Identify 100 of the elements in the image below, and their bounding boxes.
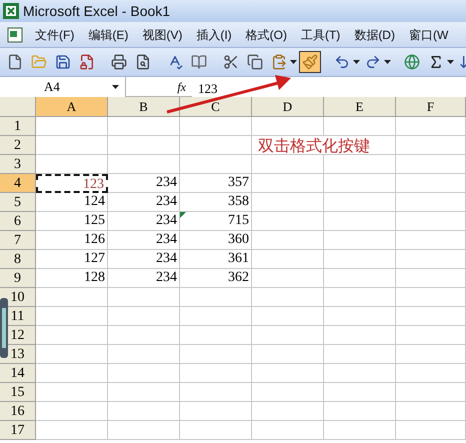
- table-cell[interactable]: [324, 326, 396, 345]
- table-cell[interactable]: 124: [36, 193, 108, 212]
- table-cell[interactable]: [396, 326, 466, 345]
- row-header[interactable]: 5: [0, 193, 36, 212]
- column-header[interactable]: E: [324, 97, 396, 117]
- dropdown-arrow-icon[interactable]: [447, 60, 454, 64]
- table-cell[interactable]: [396, 383, 466, 402]
- table-cell[interactable]: [324, 383, 396, 402]
- table-cell[interactable]: [108, 136, 180, 155]
- table-cell[interactable]: 234: [108, 250, 180, 269]
- dropdown-arrow-icon[interactable]: [353, 60, 360, 64]
- name-box[interactable]: A4: [0, 76, 126, 96]
- table-cell[interactable]: 127: [36, 250, 108, 269]
- table-cell[interactable]: [180, 288, 252, 307]
- row-header[interactable]: 4: [0, 174, 36, 193]
- column-header[interactable]: C: [180, 97, 252, 117]
- table-cell[interactable]: [252, 326, 324, 345]
- table-cell[interactable]: [324, 421, 396, 440]
- row-header[interactable]: 7: [0, 231, 36, 250]
- table-cell[interactable]: 234: [108, 174, 180, 193]
- error-indicator-icon[interactable]: [180, 212, 186, 218]
- table-cell[interactable]: 双击格式化按键: [252, 136, 396, 155]
- menu-item[interactable]: 插入(I): [191, 26, 237, 44]
- dropdown-arrow-icon[interactable]: [290, 60, 297, 64]
- table-cell[interactable]: [324, 269, 396, 288]
- table-cell[interactable]: [324, 231, 396, 250]
- row-header[interactable]: 14: [0, 364, 36, 383]
- row-header[interactable]: 17: [0, 421, 36, 440]
- table-cell[interactable]: [324, 174, 396, 193]
- table-cell[interactable]: [396, 345, 466, 364]
- table-cell[interactable]: [324, 250, 396, 269]
- table-cell[interactable]: [396, 288, 466, 307]
- table-cell[interactable]: [324, 288, 396, 307]
- table-cell[interactable]: 126: [36, 231, 108, 250]
- table-cell[interactable]: [396, 174, 466, 193]
- table-cell[interactable]: [396, 307, 466, 326]
- table-cell[interactable]: [252, 193, 324, 212]
- table-cell[interactable]: [108, 364, 180, 383]
- row-header[interactable]: 2: [0, 136, 36, 155]
- table-cell[interactable]: [180, 402, 252, 421]
- collapsed-side-menu[interactable]: [0, 298, 8, 358]
- table-cell[interactable]: [396, 402, 466, 421]
- table-cell[interactable]: [252, 155, 324, 174]
- table-cell[interactable]: [36, 383, 108, 402]
- menu-item[interactable]: 工具(T): [296, 26, 346, 44]
- row-header[interactable]: 16: [0, 402, 36, 421]
- table-cell[interactable]: [108, 155, 180, 174]
- table-cell[interactable]: [252, 269, 324, 288]
- table-cell[interactable]: [36, 421, 108, 440]
- table-cell[interactable]: [252, 231, 324, 250]
- table-cell[interactable]: [108, 383, 180, 402]
- table-cell[interactable]: [396, 421, 466, 440]
- table-cell[interactable]: [396, 136, 466, 155]
- table-cell[interactable]: [252, 421, 324, 440]
- menu-item[interactable]: 格式(O): [240, 26, 292, 44]
- menu-item[interactable]: 编辑(E): [83, 26, 134, 44]
- table-cell[interactable]: 125: [36, 212, 108, 231]
- table-cell[interactable]: 360: [180, 231, 252, 250]
- table-cell[interactable]: [36, 364, 108, 383]
- menu-item[interactable]: 窗口(W: [404, 26, 454, 44]
- table-cell[interactable]: [36, 136, 108, 155]
- table-cell[interactable]: [108, 288, 180, 307]
- table-cell[interactable]: [252, 307, 324, 326]
- table-cell[interactable]: [180, 326, 252, 345]
- table-cell[interactable]: [324, 193, 396, 212]
- table-cell[interactable]: [108, 345, 180, 364]
- table-cell[interactable]: [252, 250, 324, 269]
- row-header[interactable]: 6: [0, 212, 36, 231]
- table-cell[interactable]: 361: [180, 250, 252, 269]
- table-cell[interactable]: [396, 155, 466, 174]
- table-cell[interactable]: [108, 117, 180, 136]
- row-header[interactable]: 1: [0, 117, 36, 136]
- row-header[interactable]: 3: [0, 155, 36, 174]
- table-cell[interactable]: 357: [180, 174, 252, 193]
- table-cell[interactable]: 123: [36, 174, 108, 193]
- dropdown-arrow-icon[interactable]: [112, 84, 119, 88]
- table-cell[interactable]: [252, 402, 324, 421]
- table-cell[interactable]: [36, 117, 108, 136]
- menu-item[interactable]: 数据(D): [349, 26, 400, 44]
- column-header[interactable]: D: [252, 97, 324, 117]
- table-cell[interactable]: [180, 117, 252, 136]
- table-cell[interactable]: [180, 421, 252, 440]
- table-cell[interactable]: [108, 421, 180, 440]
- table-cell[interactable]: [324, 307, 396, 326]
- table-cell[interactable]: [324, 402, 396, 421]
- table-cell[interactable]: [108, 326, 180, 345]
- table-cell[interactable]: 234: [108, 193, 180, 212]
- table-cell[interactable]: 358: [180, 193, 252, 212]
- menu-item[interactable]: 视图(V): [137, 26, 188, 44]
- table-cell[interactable]: [396, 364, 466, 383]
- table-cell[interactable]: [324, 345, 396, 364]
- dropdown-arrow-icon[interactable]: [384, 60, 391, 64]
- table-cell[interactable]: [180, 383, 252, 402]
- table-cell[interactable]: [396, 212, 466, 231]
- table-cell[interactable]: [252, 364, 324, 383]
- table-cell[interactable]: [396, 193, 466, 212]
- menu-item[interactable]: 文件(F): [30, 26, 80, 44]
- table-cell[interactable]: [324, 155, 396, 174]
- table-cell[interactable]: [108, 402, 180, 421]
- table-cell[interactable]: [324, 212, 396, 231]
